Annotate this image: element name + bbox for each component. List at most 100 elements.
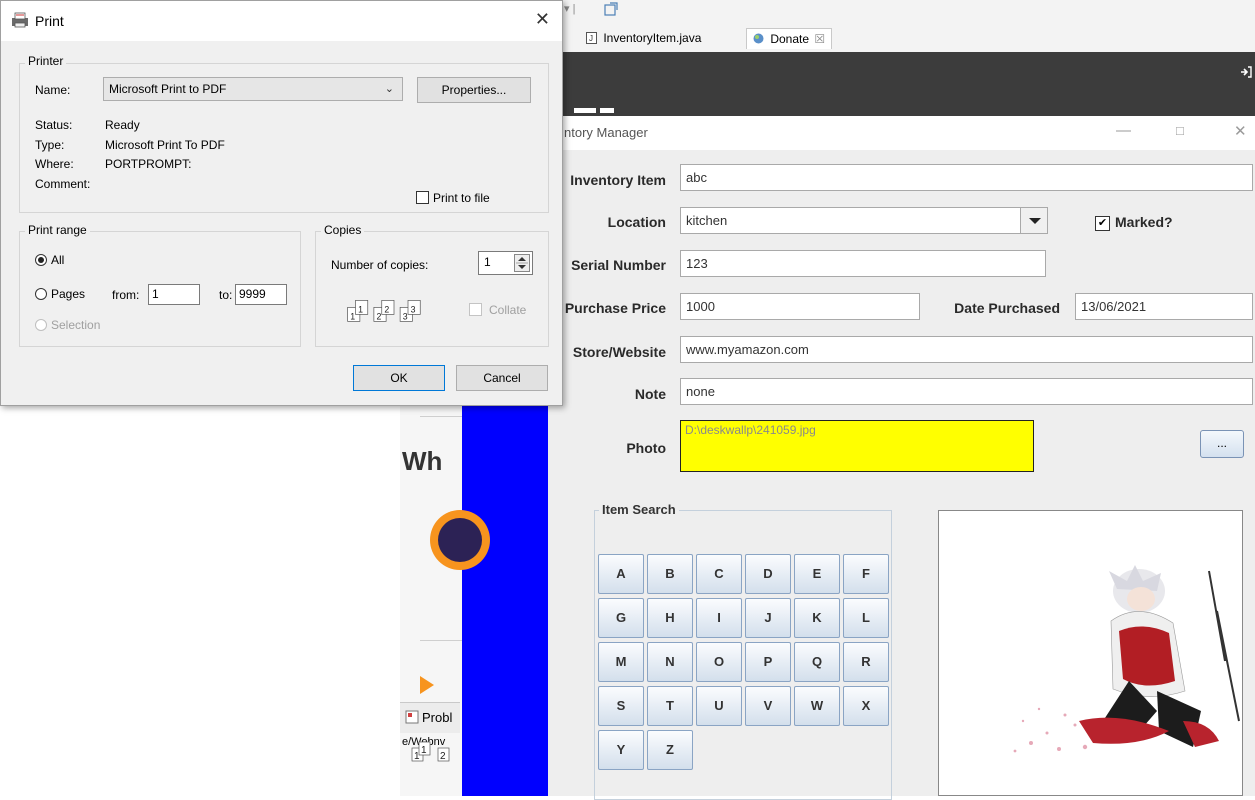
- key-s[interactable]: S: [598, 686, 644, 726]
- location-combobox[interactable]: kitchen: [680, 207, 1048, 234]
- name-label: Name:: [35, 83, 71, 97]
- svg-text:3: 3: [403, 312, 408, 322]
- type-value: Microsoft Print To PDF: [105, 138, 225, 152]
- eclipse-logo-icon: [430, 510, 490, 570]
- radio-pages[interactable]: [35, 288, 47, 300]
- chevron-down-icon: ⌄: [384, 83, 394, 95]
- printer-group-title: Printer: [25, 54, 67, 68]
- radio-all-label: All: [51, 253, 65, 267]
- ide-web-header: [560, 52, 1255, 118]
- key-t[interactable]: T: [647, 686, 693, 726]
- tab-label: InventoryItem.java: [603, 31, 702, 45]
- chevron-down-icon[interactable]: [1020, 208, 1047, 233]
- inventory-item-input[interactable]: abc: [680, 164, 1253, 191]
- radio-pages-label: Pages: [51, 287, 86, 301]
- tab-donate[interactable]: Donate ☒: [746, 28, 833, 49]
- login-icon[interactable]: [1240, 66, 1252, 78]
- key-q[interactable]: Q: [794, 642, 840, 682]
- ide-toolbar: ▾ |: [560, 0, 1255, 22]
- key-v[interactable]: V: [745, 686, 791, 726]
- marked-checkbox[interactable]: ✔: [1095, 216, 1110, 231]
- collate-ghost-icon: 1 1 2: [411, 741, 450, 762]
- tab-inventoryitem-java[interactable]: J InventoryItem.java: [580, 28, 707, 48]
- browse-photo-button[interactable]: ...: [1200, 430, 1244, 458]
- type-label: Type:: [35, 138, 65, 152]
- store-website-label: Store/Website: [572, 344, 666, 360]
- status-value: Ready: [105, 118, 140, 132]
- printer-icon: [12, 12, 28, 28]
- comment-label: Comment:: [35, 177, 91, 191]
- collate-checkbox[interactable]: [469, 303, 482, 316]
- print-dialog: Print ✕ Printer Name: Microsoft Print to…: [0, 0, 563, 406]
- to-label: to:: [219, 288, 233, 302]
- to-page-input[interactable]: 9999: [235, 284, 287, 305]
- print-range-title: Print range: [25, 223, 90, 237]
- tab-close-icon[interactable]: ☒: [814, 32, 825, 46]
- radio-all[interactable]: [35, 254, 47, 266]
- serial-number-input[interactable]: 123: [680, 250, 1046, 277]
- key-g[interactable]: G: [598, 598, 644, 638]
- key-p[interactable]: P: [745, 642, 791, 682]
- photo-preview-panel: [938, 510, 1243, 796]
- key-w[interactable]: W: [794, 686, 840, 726]
- key-c[interactable]: C: [696, 554, 742, 594]
- date-purchased-input[interactable]: 13/06/2021: [1075, 293, 1253, 320]
- printer-name-select[interactable]: Microsoft Print to PDF ⌄: [103, 77, 403, 101]
- collate-pages-icon: 1 1 2 2 3 3: [347, 300, 421, 322]
- properties-button[interactable]: Properties...: [417, 77, 531, 103]
- key-d[interactable]: D: [745, 554, 791, 594]
- status-label: Status:: [35, 118, 73, 132]
- key-b[interactable]: B: [647, 554, 693, 594]
- svg-text:3: 3: [411, 305, 416, 315]
- blue-side-bar: [462, 404, 548, 796]
- svg-text:2: 2: [377, 312, 382, 322]
- key-m[interactable]: M: [598, 642, 644, 682]
- toolbar-dropdown-icon[interactable]: ▾ |: [564, 2, 575, 15]
- key-h[interactable]: H: [647, 598, 693, 638]
- key-n[interactable]: N: [647, 642, 693, 682]
- key-l[interactable]: L: [843, 598, 889, 638]
- inventory-item-label: Inventory Item: [570, 172, 666, 188]
- svg-text:2: 2: [440, 751, 446, 762]
- copies-spinner[interactable]: 1: [478, 251, 533, 275]
- new-window-icon[interactable]: [604, 2, 618, 16]
- svg-text:1: 1: [358, 305, 363, 315]
- note-input[interactable]: none: [680, 378, 1253, 405]
- cancel-button[interactable]: Cancel: [456, 365, 548, 391]
- key-u[interactable]: U: [696, 686, 742, 726]
- key-y[interactable]: Y: [598, 730, 644, 770]
- close-icon[interactable]: ✕: [1234, 122, 1247, 140]
- java-file-icon: J: [586, 32, 597, 44]
- collate-label: Collate: [489, 303, 527, 317]
- key-e[interactable]: E: [794, 554, 840, 594]
- radio-selection[interactable]: [35, 319, 47, 331]
- from-page-input[interactable]: 1: [148, 284, 200, 305]
- key-x[interactable]: X: [843, 686, 889, 726]
- store-website-input[interactable]: www.myamazon.com: [680, 336, 1253, 363]
- maximize-icon[interactable]: □: [1176, 123, 1184, 138]
- purchase-price-input[interactable]: 1000: [680, 293, 920, 320]
- key-r[interactable]: R: [843, 642, 889, 682]
- number-of-copies-label: Number of copies:: [331, 258, 429, 272]
- location-value: kitchen: [686, 213, 728, 228]
- close-icon[interactable]: ✕: [535, 9, 550, 30]
- print-to-file-checkbox[interactable]: [416, 191, 429, 204]
- key-f[interactable]: F: [843, 554, 889, 594]
- key-j[interactable]: J: [745, 598, 791, 638]
- anime-character-image: [939, 511, 1242, 795]
- spinner-arrows-icon[interactable]: [514, 254, 530, 272]
- key-a[interactable]: A: [598, 554, 644, 594]
- minimize-icon[interactable]: —: [1116, 122, 1131, 139]
- inventory-manager-window: ntory Manager — □ ✕ Inventory Item abc L…: [548, 116, 1255, 800]
- print-to-file-label: Print to file: [433, 191, 490, 205]
- window-title: ntory Manager: [564, 125, 648, 140]
- key-k[interactable]: K: [794, 598, 840, 638]
- ok-button[interactable]: OK: [353, 365, 445, 391]
- key-o[interactable]: O: [696, 642, 742, 682]
- svg-text:1: 1: [421, 745, 427, 756]
- where-label: Where:: [35, 157, 74, 171]
- key-z[interactable]: Z: [647, 730, 693, 770]
- key-i[interactable]: I: [696, 598, 742, 638]
- photo-path-field[interactable]: D:\deskwallp\241059.jpg: [680, 420, 1034, 472]
- radio-selection-label: Selection: [51, 318, 101, 332]
